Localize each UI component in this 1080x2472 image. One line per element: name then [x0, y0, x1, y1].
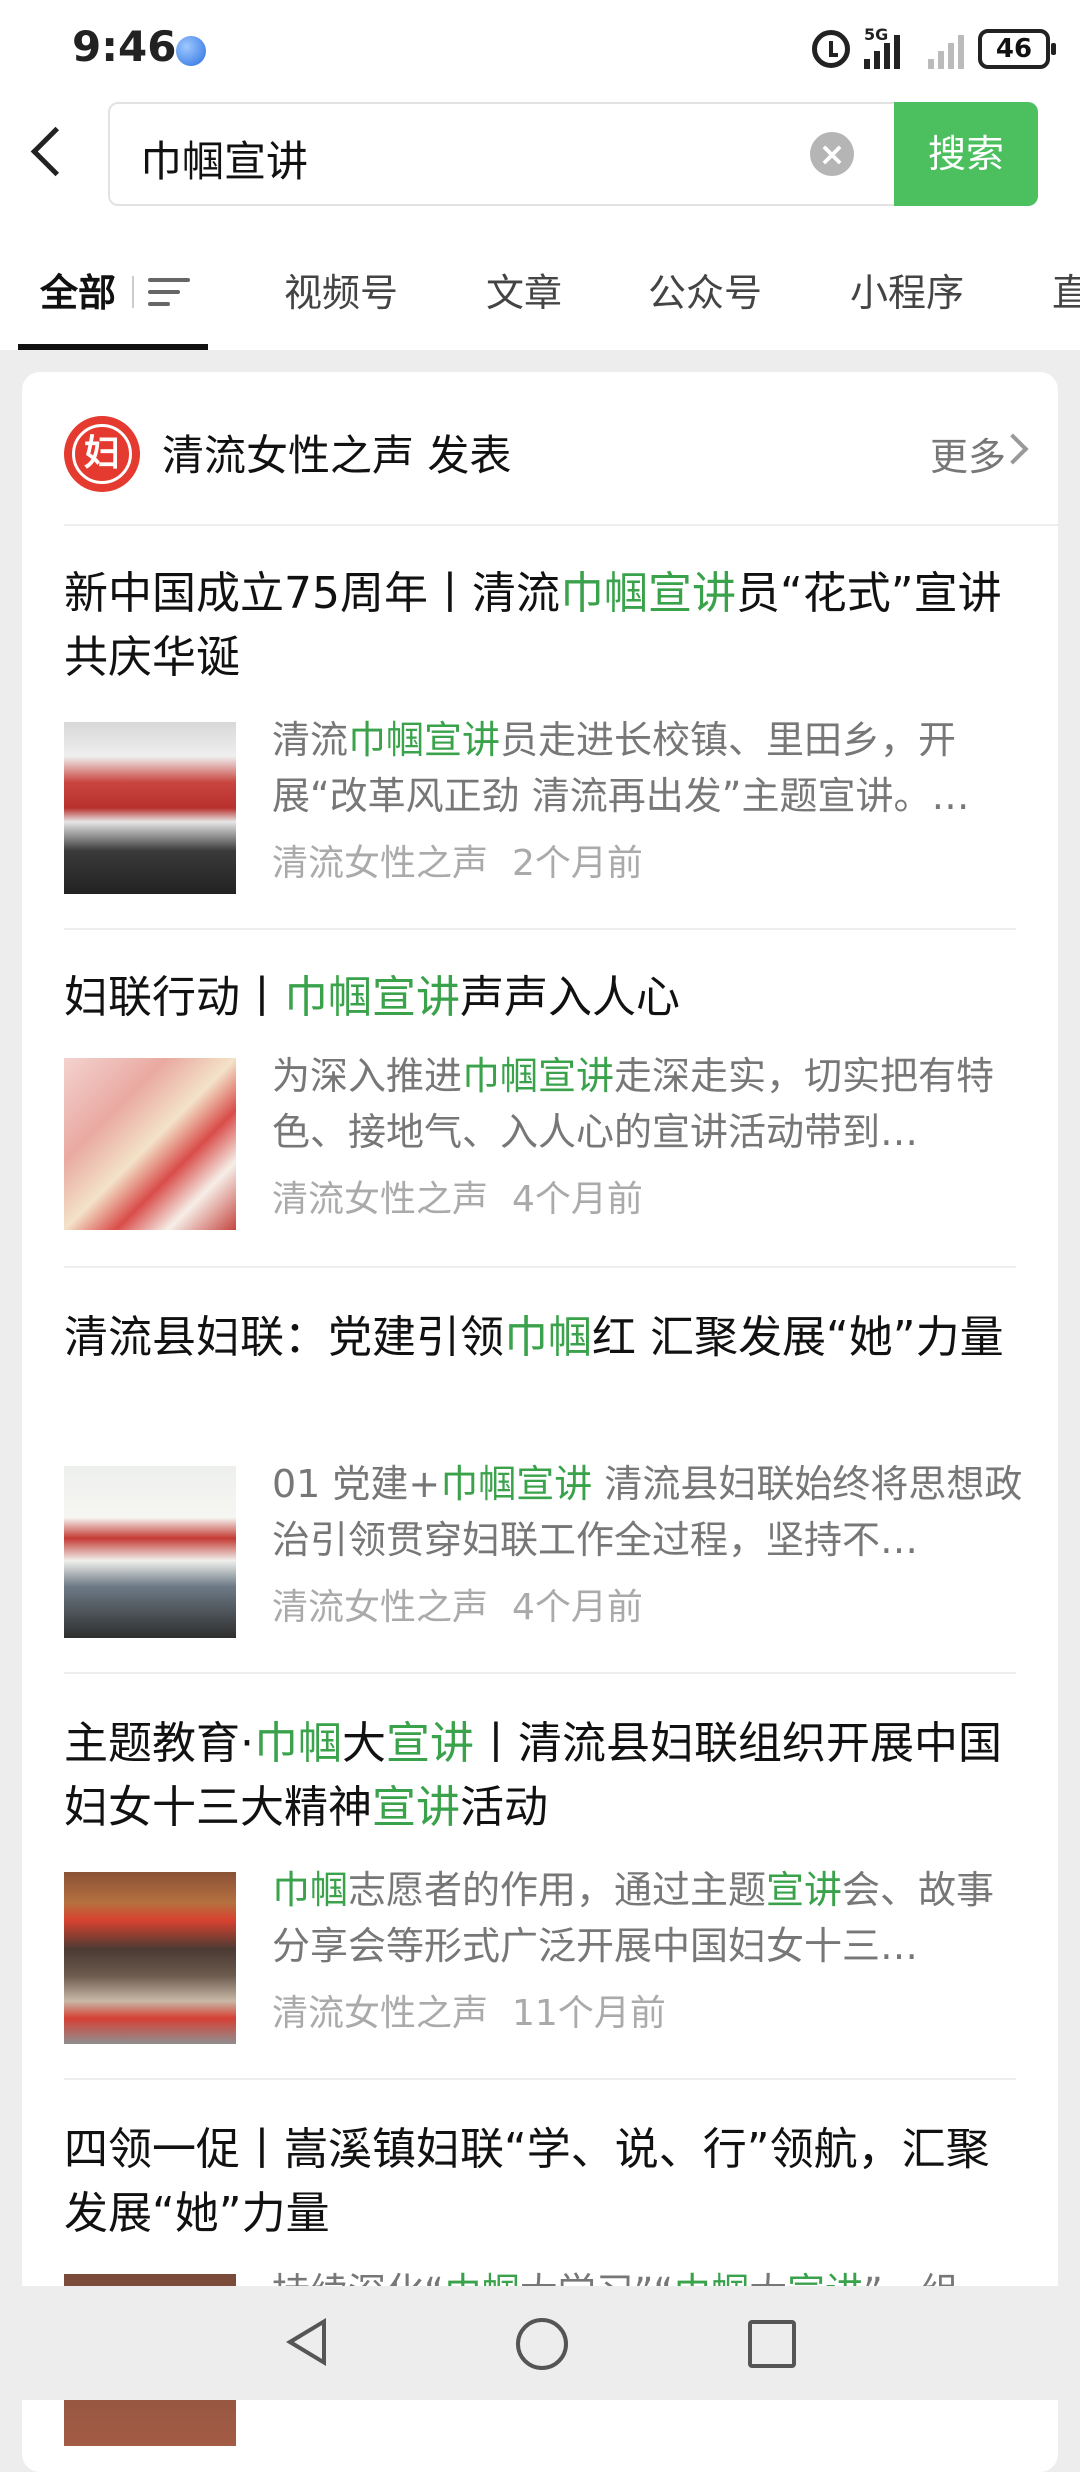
- alarm-icon: [812, 30, 850, 68]
- article-time: 11个月前: [512, 1993, 666, 2034]
- snippet-text: 清流: [272, 718, 349, 762]
- article-time: 4个月前: [512, 1179, 643, 1220]
- article-title[interactable]: 主题教育·巾帼大宣讲丨清流县妇联组织开展中国妇女十三大精神宣讲活动: [64, 1712, 1016, 1840]
- article-source: 清流女性之声: [272, 1993, 489, 2034]
- battery-level: 46: [995, 34, 1033, 64]
- divider: [132, 276, 134, 308]
- article-item[interactable]: 四领一促丨嵩溪镇妇联“学、说、行”领航，汇聚发展“她”力量 持续深化“巾帼大学习…: [64, 2118, 1016, 2446]
- snippet-highlight: 巾帼宣讲: [348, 718, 501, 762]
- search-button[interactable]: 搜索: [894, 102, 1038, 206]
- title-text: 四领一促丨嵩溪镇妇联“学、说、行”领航，汇聚发展“她”力量: [64, 2124, 990, 2239]
- article-thumbnail[interactable]: [64, 1466, 236, 1638]
- browser-globe-icon: [176, 36, 206, 66]
- battery-icon: 46: [978, 29, 1056, 69]
- article-meta: 清流女性之声 11个月前: [272, 1984, 666, 2036]
- nav-recents-icon[interactable]: [748, 2320, 796, 2368]
- divider: [64, 1672, 1016, 1674]
- article-title[interactable]: 新中国成立75周年丨清流巾帼宣讲员“花式”宣讲共庆华诞: [64, 562, 1016, 690]
- snippet-highlight: 宣讲: [766, 1868, 843, 1912]
- network-label: 5G: [864, 25, 889, 44]
- tab-articles[interactable]: 文章: [486, 262, 562, 317]
- title-text: 声声入人心: [460, 972, 680, 1023]
- snippet-highlight: 巾帼: [272, 1868, 349, 1912]
- status-icons: 5G 46: [812, 24, 1056, 74]
- back-arrow-icon[interactable]: [30, 126, 81, 177]
- tab-channels[interactable]: 视频号: [284, 262, 398, 317]
- filter-icon[interactable]: [148, 278, 190, 308]
- search-query[interactable]: 巾帼宣讲: [140, 128, 308, 189]
- article-source: 清流女性之声: [272, 1587, 489, 1628]
- article-item[interactable]: 主题教育·巾帼大宣讲丨清流县妇联组织开展中国妇女十三大精神宣讲活动 巾帼志愿者的…: [64, 1712, 1016, 2080]
- article-meta: 清流女性之声 4个月前: [272, 1170, 643, 1222]
- account-name[interactable]: 清流女性之声 发表: [162, 422, 511, 483]
- nav-home-icon[interactable]: [516, 2318, 568, 2370]
- search-header: 巾帼宣讲 × 搜索: [0, 96, 1080, 220]
- article-item[interactable]: 清流县妇联：党建引领巾帼红 汇聚发展“她”力量 01 党建+巾帼宣讲 清流县妇联…: [64, 1306, 1022, 1674]
- article-thumbnail[interactable]: [64, 1872, 236, 2044]
- divider: [64, 928, 1016, 930]
- article-meta: 清流女性之声 4个月前: [272, 1578, 643, 1630]
- tab-mini-programs[interactable]: 小程序: [850, 262, 964, 317]
- active-tab-indicator: [18, 344, 208, 350]
- title-highlight: 巾帼: [504, 1312, 592, 1363]
- signal-5g-icon: 5G: [864, 25, 914, 69]
- divider: [64, 2078, 1016, 2080]
- article-item[interactable]: 妇联行动丨巾帼宣讲声声入人心 为深入推进巾帼宣讲走深走实，切实把有特色、接地气、…: [64, 966, 1016, 1268]
- article-snippet: 巾帼志愿者的作用，通过主题宣讲会、故事分享会等形式广泛开展中国妇女十三…: [272, 1862, 1032, 1974]
- account-results-card: 妇 清流女性之声 发表 更多 新中国成立75周年丨清流巾帼宣讲员“花式”宣讲共庆…: [22, 372, 1058, 2472]
- divider: [64, 1266, 1016, 1268]
- snippet-text: 志愿者的作用，通过主题: [348, 1868, 767, 1912]
- clear-icon[interactable]: ×: [810, 132, 854, 176]
- article-source: 清流女性之声: [272, 843, 489, 884]
- article-title[interactable]: 四领一促丨嵩溪镇妇联“学、说、行”领航，汇聚发展“她”力量: [64, 2118, 1016, 2246]
- tab-all[interactable]: 全部: [40, 262, 116, 317]
- filter-tabs: 全部 视频号 文章 公众号 小程序 直: [0, 220, 1080, 350]
- title-highlight: 巾帼宣讲: [284, 972, 460, 1023]
- article-title[interactable]: 妇联行动丨巾帼宣讲声声入人心: [64, 966, 1016, 1030]
- article-thumbnail[interactable]: [64, 1058, 236, 1230]
- title-highlight: 宣讲: [372, 1782, 460, 1833]
- title-highlight: 巾帼: [254, 1718, 342, 1769]
- title-text: 红 汇聚发展“她”力量: [592, 1312, 1004, 1363]
- title-highlight: 巾帼宣讲: [560, 568, 736, 619]
- snippet-text: 01 党建+: [272, 1462, 441, 1506]
- article-snippet: 01 党建+巾帼宣讲 清流县妇联始终将思想政治引领贯穿妇联工作全过程，坚持不…: [272, 1456, 1032, 1568]
- title-highlight: 宣讲: [386, 1718, 474, 1769]
- title-text: 主题教育·: [64, 1718, 254, 1769]
- tab-official-accounts[interactable]: 公众号: [648, 262, 762, 317]
- status-time: 9:46: [72, 22, 177, 71]
- tab-live[interactable]: 直: [1052, 262, 1080, 317]
- title-text: 新中国成立75周年丨清流: [64, 568, 560, 619]
- divider: [64, 524, 1058, 526]
- more-link[interactable]: 更多: [930, 426, 1006, 481]
- account-avatar[interactable]: 妇: [64, 416, 140, 492]
- article-snippet: 清流巾帼宣讲员走进长校镇、里田乡，开展“改革风正劲 清流再出发”主题宣讲。…: [272, 712, 1032, 824]
- article-meta: 清流女性之声 2个月前: [272, 834, 643, 886]
- title-text: 清流县妇联：党建引领: [64, 1312, 504, 1363]
- article-title[interactable]: 清流县妇联：党建引领巾帼红 汇聚发展“她”力量: [64, 1306, 1016, 1370]
- article-item[interactable]: 新中国成立75周年丨清流巾帼宣讲员“花式”宣讲共庆华诞 清流巾帼宣讲员走进长校镇…: [64, 562, 1016, 930]
- article-source: 清流女性之声: [272, 1179, 489, 1220]
- article-thumbnail[interactable]: [64, 722, 236, 894]
- title-text: 大: [342, 1718, 386, 1769]
- status-bar: 9:46 5G 46: [0, 0, 1080, 96]
- article-snippet: 为深入推进巾帼宣讲走深走实，切实把有特色、接地气、入人心的宣讲活动带到…: [272, 1048, 1032, 1160]
- nav-back-icon[interactable]: [286, 2318, 326, 2366]
- snippet-highlight: 巾帼宣讲: [440, 1462, 593, 1506]
- article-time: 2个月前: [512, 843, 643, 884]
- article-time: 4个月前: [512, 1587, 643, 1628]
- system-nav-bar: [0, 2286, 1080, 2400]
- title-text: 活动: [460, 1782, 548, 1833]
- snippet-text: 为深入推进: [272, 1054, 463, 1098]
- title-text: 妇联行动丨: [64, 972, 284, 1023]
- snippet-highlight: 巾帼宣讲: [462, 1054, 615, 1098]
- signal-secondary-icon: [928, 29, 964, 69]
- search-input[interactable]: 巾帼宣讲 × 搜索: [108, 102, 1038, 206]
